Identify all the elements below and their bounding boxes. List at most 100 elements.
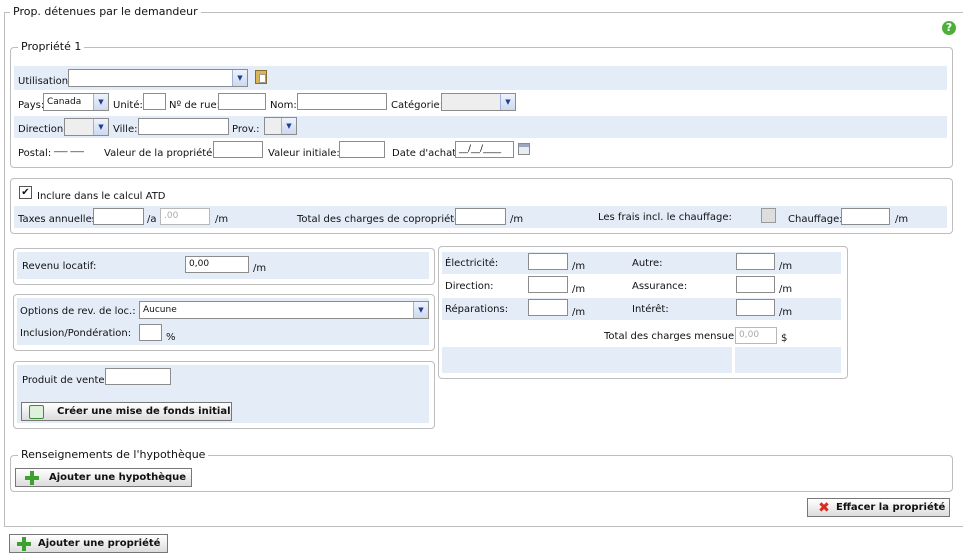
date-achat-label: Date d'achat: [392,148,460,159]
clipboard-icon[interactable] [255,70,267,84]
valeur-propriete-input[interactable] [213,141,263,158]
add-mortgage-label: Ajouter une hypothèque [49,472,187,483]
plus-icon [25,471,39,485]
money-icon [29,405,44,419]
taxes-label: Taxes annuelles: [18,214,101,225]
pays-label: Pays: [18,100,45,111]
direction-per-month: /m [572,284,586,295]
reparations-label: Réparations: [445,304,509,315]
taxes-per-month-label: /m [215,214,229,225]
per-year-label: /a [147,214,157,225]
calendar-icon[interactable] [518,143,530,155]
inclusion-input[interactable] [139,324,162,341]
direction-select[interactable]: ▼ [64,118,109,136]
pays-value: Canada [47,97,82,107]
prov-label: Prov.: [232,124,260,135]
add-property-button[interactable]: Ajouter une propriété [9,534,168,553]
electricite-input[interactable] [528,253,568,270]
interet-input[interactable] [736,299,775,316]
nom-label: Nom: [270,100,297,111]
chevron-down-icon: ▼ [93,119,108,135]
chevron-down-icon: ▼ [413,302,428,318]
copro-per-month-label: /m [510,214,524,225]
utilisation-label: Utilisation: [18,76,72,87]
charges-band-3 [442,347,732,373]
currency-label: $ [781,333,788,344]
percent-label: % [166,332,176,343]
autre-per-month: /m [779,261,793,272]
frais-chauffage-checkbox[interactable] [761,208,776,223]
direction-label: Direction: [18,124,67,135]
options-select[interactable]: Aucune ▼ [139,301,429,319]
utilisation-select[interactable]: ▼ [68,69,248,87]
interet-per-month: /m [779,307,793,318]
create-down-payment-label: Créer une mise de fonds initial [57,406,231,417]
categorie-select[interactable]: ▼ [441,93,516,111]
chevron-down-icon: ▼ [232,70,247,86]
no-rue-input[interactable] [218,93,266,110]
produit-label: Produit de vente: [22,375,108,386]
chevron-down-icon: ▼ [500,94,515,110]
mortgage-title: Renseignements de l'hypothèque [18,448,209,461]
section-title: Prop. détenues par le demandeur [10,5,201,18]
copro-label: Total des charges de copropriété: [297,214,464,225]
create-down-payment-button[interactable]: Créer une mise de fonds initial [21,402,232,421]
close-icon: ✖ [818,500,830,516]
delete-property-label: Effacer la propriété [836,502,946,513]
categorie-label: Catégorie: [391,100,444,111]
help-icon[interactable]: ? [942,21,956,35]
options-value: Aucune [143,305,177,315]
include-atd-checkbox[interactable]: ✔ [19,186,32,199]
unite-input[interactable] [143,93,166,110]
total-charges-input[interactable]: 0,00 [735,327,777,344]
copro-input[interactable] [455,208,506,225]
valeur-initiale-input[interactable] [339,141,385,158]
pays-select[interactable]: Canada ▼ [43,93,109,111]
revenu-per-month-label: /m [253,263,267,274]
nom-input[interactable] [297,93,387,110]
reparations-input[interactable] [528,299,568,316]
assurance-label: Assurance: [632,281,688,292]
chevron-down-icon: ▼ [281,118,296,134]
electricite-per-month: /m [572,261,586,272]
add-property-label: Ajouter une propriété [38,538,161,549]
valeur-initiale-label: Valeur initiale: [268,148,340,159]
direction-charge-label: Direction: [445,281,494,292]
taxes-year-input[interactable] [93,208,144,225]
ville-label: Ville: [113,124,138,135]
charges-band-4 [735,347,841,373]
reparations-per-month: /m [572,307,586,318]
chauffage-per-month-label: /m [895,214,909,225]
revenu-input[interactable]: 0,00 [185,256,249,273]
autre-input[interactable] [736,253,775,270]
assurance-per-month: /m [779,284,793,295]
postal-input[interactable]: ___ ___ [51,141,100,158]
unite-label: Unité: [113,100,143,111]
autre-label: Autre: [632,258,663,269]
taxes-month-input[interactable]: .00 [160,208,210,225]
delete-property-button[interactable]: ✖ Effacer la propriété [807,498,950,517]
chevron-down-icon: ▼ [93,94,108,110]
chauffage-label: Chauffage: [788,214,843,225]
include-atd-label: Inclure dans le calcul ATD [37,191,166,202]
inclusion-label: Inclusion/Pondération: [20,328,132,339]
ville-input[interactable] [138,118,229,135]
chauffage-input[interactable] [841,208,890,225]
no-rue-label: Nº de rue: [169,100,221,111]
property-title: Propriété 1 [18,40,85,53]
add-mortgage-button[interactable]: Ajouter une hypothèque [15,468,192,487]
prov-select[interactable]: ▼ [264,117,297,135]
direction-charge-input[interactable] [528,276,568,293]
postal-label: Postal: [18,148,52,159]
total-charges-label: Total des charges mensuelles: [604,331,755,342]
options-label: Options de rev. de loc.: [20,306,136,317]
frais-chauffage-label: Les frais incl. le chauffage: [598,212,732,223]
assurance-input[interactable] [736,276,775,293]
produit-input[interactable] [105,368,171,385]
plus-icon [17,537,31,551]
revenu-label: Revenu locatif: [22,261,97,272]
valeur-propriete-label: Valeur de la propriété: [104,148,216,159]
date-achat-input[interactable]: __/__/____ [455,141,514,158]
interet-label: Intérêt: [632,304,669,315]
electricite-label: Électricité: [445,258,499,269]
